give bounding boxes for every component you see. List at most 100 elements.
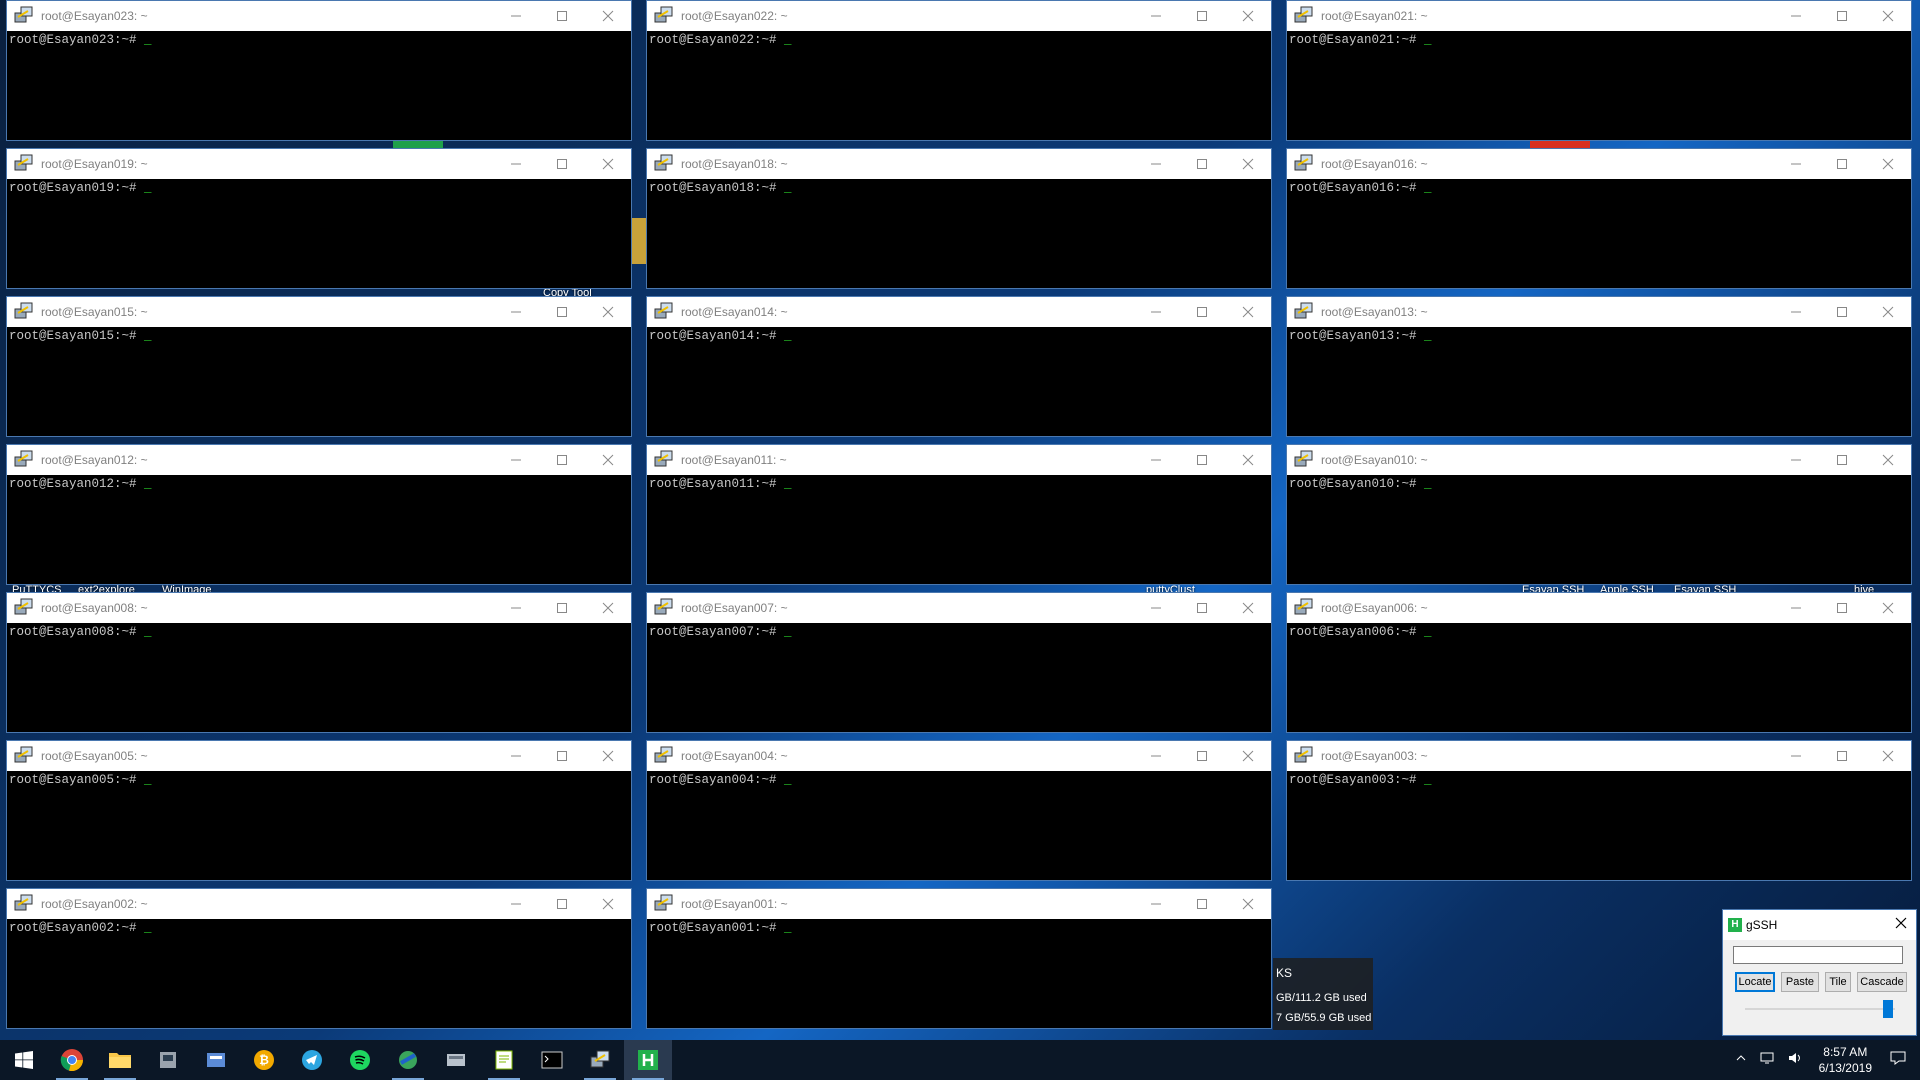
maximize-icon[interactable] [1819, 1, 1865, 31]
gssh-slider-thumb[interactable] [1882, 1000, 1893, 1018]
minimize-icon[interactable] [493, 593, 539, 623]
minimize-icon[interactable] [493, 297, 539, 327]
start-button[interactable] [0, 1040, 48, 1080]
maximize-icon[interactable] [1819, 593, 1865, 623]
putty-window[interactable]: root@Esayan005: ~ root@Esayan005:~# _ [6, 740, 632, 881]
terminal-area[interactable]: root@Esayan002:~# _ [7, 919, 631, 937]
close-icon[interactable] [585, 741, 631, 771]
taskbar-notepad[interactable] [480, 1040, 528, 1080]
paste-button[interactable]: Paste [1781, 972, 1819, 992]
close-icon[interactable] [1225, 149, 1271, 179]
putty-window[interactable]: root@Esayan016: ~ root@Esayan016:~# _ [1286, 148, 1912, 289]
close-icon[interactable] [1865, 1, 1911, 31]
terminal-area[interactable]: root@Esayan018:~# _ [647, 179, 1271, 197]
putty-window[interactable]: root@Esayan023: ~ root@Esayan023:~# _ [6, 0, 632, 141]
window-titlebar[interactable]: root@Esayan002: ~ [7, 889, 631, 919]
terminal-area[interactable]: root@Esayan014:~# _ [647, 327, 1271, 345]
terminal-area[interactable]: root@Esayan007:~# _ [647, 623, 1271, 641]
taskbar-app4[interactable] [432, 1040, 480, 1080]
locate-button[interactable]: Locate [1735, 972, 1775, 992]
minimize-icon[interactable] [493, 149, 539, 179]
maximize-icon[interactable] [539, 593, 585, 623]
close-icon[interactable] [1225, 445, 1271, 475]
maximize-icon[interactable] [1179, 297, 1225, 327]
maximize-icon[interactable] [539, 149, 585, 179]
putty-window[interactable]: root@Esayan018: ~ root@Esayan018:~# _ [646, 148, 1272, 289]
minimize-icon[interactable] [493, 1, 539, 31]
terminal-area[interactable]: root@Esayan021:~# _ [1287, 31, 1911, 49]
maximize-icon[interactable] [539, 889, 585, 919]
taskbar-putty[interactable] [576, 1040, 624, 1080]
close-icon[interactable] [1894, 916, 1908, 935]
taskbar-app3[interactable] [384, 1040, 432, 1080]
window-titlebar[interactable]: root@Esayan011: ~ [647, 445, 1271, 475]
putty-window[interactable]: root@Esayan001: ~ root@Esayan001:~# _ [646, 888, 1272, 1029]
minimize-icon[interactable] [1773, 149, 1819, 179]
close-icon[interactable] [585, 297, 631, 327]
putty-window[interactable]: root@Esayan006: ~ root@Esayan006:~# _ [1286, 592, 1912, 733]
close-icon[interactable] [585, 445, 631, 475]
terminal-area[interactable]: root@Esayan015:~# _ [7, 327, 631, 345]
minimize-icon[interactable] [1133, 593, 1179, 623]
terminal-area[interactable]: root@Esayan003:~# _ [1287, 771, 1911, 789]
putty-window[interactable]: root@Esayan022: ~ root@Esayan022:~# _ [646, 0, 1272, 141]
terminal-area[interactable]: root@Esayan010:~# _ [1287, 475, 1911, 493]
taskbar-gssh[interactable] [624, 1040, 672, 1080]
putty-window[interactable]: root@Esayan011: ~ root@Esayan011:~# _ [646, 444, 1272, 585]
putty-window[interactable]: root@Esayan003: ~ root@Esayan003:~# _ [1286, 740, 1912, 881]
minimize-icon[interactable] [1133, 149, 1179, 179]
terminal-area[interactable]: root@Esayan019:~# _ [7, 179, 631, 197]
putty-window[interactable]: root@Esayan008: ~ root@Esayan008:~# _ [6, 592, 632, 733]
terminal-area[interactable]: root@Esayan005:~# _ [7, 771, 631, 789]
minimize-icon[interactable] [1773, 1, 1819, 31]
window-titlebar[interactable]: root@Esayan007: ~ [647, 593, 1271, 623]
terminal-area[interactable]: root@Esayan022:~# _ [647, 31, 1271, 49]
window-titlebar[interactable]: root@Esayan021: ~ [1287, 1, 1911, 31]
window-titlebar[interactable]: root@Esayan012: ~ [7, 445, 631, 475]
putty-window[interactable]: root@Esayan015: ~ root@Esayan015:~# _ [6, 296, 632, 437]
minimize-icon[interactable] [1133, 889, 1179, 919]
close-icon[interactable] [1865, 149, 1911, 179]
window-titlebar[interactable]: root@Esayan014: ~ [647, 297, 1271, 327]
maximize-icon[interactable] [1179, 149, 1225, 179]
network-icon[interactable] [1759, 1051, 1775, 1070]
cascade-button[interactable]: Cascade [1857, 972, 1907, 992]
close-icon[interactable] [1225, 297, 1271, 327]
close-icon[interactable] [1865, 297, 1911, 327]
maximize-icon[interactable] [539, 445, 585, 475]
putty-window[interactable]: root@Esayan013: ~ root@Esayan013:~# _ [1286, 296, 1912, 437]
terminal-area[interactable]: root@Esayan004:~# _ [647, 771, 1271, 789]
putty-window[interactable]: root@Esayan014: ~ root@Esayan014:~# _ [646, 296, 1272, 437]
close-icon[interactable] [585, 593, 631, 623]
window-titlebar[interactable]: root@Esayan006: ~ [1287, 593, 1911, 623]
putty-window[interactable]: root@Esayan010: ~ root@Esayan010:~# _ [1286, 444, 1912, 585]
minimize-icon[interactable] [1773, 445, 1819, 475]
maximize-icon[interactable] [1179, 889, 1225, 919]
minimize-icon[interactable] [1773, 593, 1819, 623]
window-titlebar[interactable]: root@Esayan015: ~ [7, 297, 631, 327]
close-icon[interactable] [1225, 593, 1271, 623]
terminal-area[interactable]: root@Esayan008:~# _ [7, 623, 631, 641]
putty-window[interactable]: root@Esayan004: ~ root@Esayan004:~# _ [646, 740, 1272, 881]
putty-window[interactable]: root@Esayan021: ~ root@Esayan021:~# _ [1286, 0, 1912, 141]
minimize-icon[interactable] [493, 445, 539, 475]
close-icon[interactable] [1865, 593, 1911, 623]
taskbar-chrome[interactable] [48, 1040, 96, 1080]
close-icon[interactable] [1865, 741, 1911, 771]
close-icon[interactable] [1225, 889, 1271, 919]
taskbar-app[interactable] [144, 1040, 192, 1080]
terminal-area[interactable]: root@Esayan011:~# _ [647, 475, 1271, 493]
chevron-up-icon[interactable] [1735, 1051, 1747, 1069]
gssh-command-input[interactable] [1733, 946, 1903, 964]
maximize-icon[interactable] [1819, 741, 1865, 771]
window-titlebar[interactable]: root@Esayan003: ~ [1287, 741, 1911, 771]
minimize-icon[interactable] [493, 889, 539, 919]
taskbar-terminal[interactable] [528, 1040, 576, 1080]
window-titlebar[interactable]: root@Esayan022: ~ [647, 1, 1271, 31]
putty-window[interactable]: root@Esayan002: ~ root@Esayan002:~# _ [6, 888, 632, 1029]
maximize-icon[interactable] [1819, 297, 1865, 327]
putty-window[interactable]: root@Esayan019: ~ root@Esayan019:~# _ [6, 148, 632, 289]
maximize-icon[interactable] [539, 741, 585, 771]
maximize-icon[interactable] [1819, 445, 1865, 475]
window-titlebar[interactable]: root@Esayan010: ~ [1287, 445, 1911, 475]
